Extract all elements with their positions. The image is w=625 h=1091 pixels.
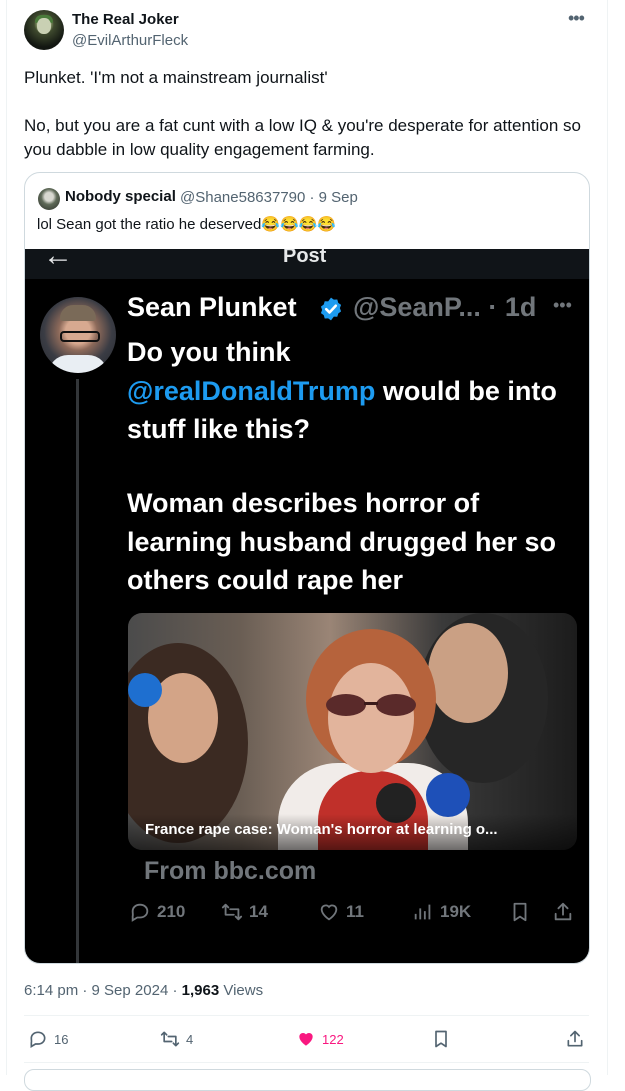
repost-button[interactable]: 4 — [160, 1029, 193, 1049]
bookmark-icon[interactable] — [431, 1029, 451, 1049]
screenshot-share — [552, 901, 574, 923]
screenshot-bookmark — [509, 901, 531, 923]
screenshot-reply-count: 210 — [157, 902, 186, 921]
screenshot-author-name: Sean Plunket — [127, 292, 297, 322]
screenshot-repost: 14 — [221, 901, 268, 923]
views-icon — [414, 904, 431, 920]
divider — [24, 1062, 589, 1063]
screenshot-text-pre: Do you think — [127, 337, 291, 367]
bookmark-icon — [513, 902, 527, 922]
screenshot-headline: Woman describes horror of learning husba… — [127, 488, 557, 595]
reply-icon — [131, 903, 149, 922]
back-arrow-icon: ← — [43, 249, 73, 272]
screenshot-header-title: Post — [283, 249, 327, 267]
screenshot-post-text: Do you think @realDonaldTrump would be i… — [127, 333, 567, 449]
thread-line — [76, 379, 79, 963]
tweet-meta: 6:14 pm · 9 Sep 2024 · 1,963 Views — [24, 982, 264, 999]
divider — [24, 1015, 589, 1016]
tweet-paragraph-2: No, but you are a fat cunt with a low IQ… — [24, 116, 581, 159]
quote-tweet-card[interactable]: Nobody special @Shane58637790 · 9 Sep lo… — [24, 172, 590, 964]
quote-author-handle: @Shane58637790 · 9 Sep — [180, 189, 358, 206]
like-button[interactable]: 122 — [296, 1029, 344, 1049]
author-avatar[interactable] — [24, 10, 64, 50]
like-icon[interactable] — [296, 1029, 316, 1049]
screenshot-action-bar: 210 14 11 19K — [25, 901, 589, 931]
screenshot-more-icon: ••• — [553, 295, 572, 315]
like-icon — [320, 904, 338, 921]
screenshot-author-handle: @SeanP... · 1d — [353, 292, 537, 322]
screenshot-repost-count: 14 — [249, 902, 268, 921]
quote-author-avatar — [38, 188, 60, 210]
share-button[interactable] — [565, 1029, 585, 1049]
tweet-text: Plunket. 'I'm not a mainstream journalis… — [24, 66, 589, 162]
reply-button[interactable]: 16 — [28, 1029, 68, 1049]
screenshot-like-count: 11 — [346, 902, 364, 921]
views-count: 1,963 — [181, 982, 220, 999]
tweet-date[interactable]: 9 Sep 2024 — [92, 982, 169, 999]
screenshot-mention: @realDonaldTrump — [127, 375, 376, 406]
quote-author-name: Nobody special — [65, 188, 176, 205]
news-source: From bbc.com — [144, 857, 317, 885]
tweet-paragraph-1: Plunket. 'I'm not a mainstream journalis… — [24, 68, 328, 87]
repost-icon — [221, 903, 243, 921]
more-icon[interactable]: ••• — [568, 8, 585, 29]
screenshot-reply: 210 — [129, 901, 185, 923]
views-label: Views — [223, 982, 264, 999]
reply-composer[interactable] — [24, 1069, 591, 1091]
reply-count: 16 — [54, 1031, 69, 1047]
screenshot-like: 11 — [318, 901, 364, 923]
share-icon — [554, 902, 572, 921]
screenshot-author-avatar — [40, 297, 116, 373]
screenshot-views-count: 19K — [440, 902, 472, 921]
like-count: 122 — [322, 1031, 344, 1047]
reply-icon[interactable] — [28, 1029, 48, 1049]
repost-icon[interactable] — [160, 1029, 180, 1049]
bookmark-button[interactable] — [431, 1029, 451, 1049]
author-name[interactable]: The Real Joker — [72, 11, 179, 28]
share-icon[interactable] — [565, 1029, 585, 1049]
repost-count: 4 — [186, 1031, 194, 1047]
quote-text: lol Sean got the ratio he deserved😂😂😂😂 — [37, 216, 337, 233]
news-card-caption: France rape case: Woman's horror at lear… — [145, 821, 498, 838]
embedded-screenshot[interactable]: ← Post Sean Plunket @SeanP... · 1d ••• D… — [25, 249, 589, 963]
verified-icon — [320, 297, 342, 321]
author-handle[interactable]: @EvilArthurFleck — [72, 32, 188, 49]
tweet-action-bar: 16 4 122 — [24, 1029, 589, 1053]
screenshot-views: 19K — [412, 901, 471, 923]
tweet-time[interactable]: 6:14 pm — [24, 982, 78, 999]
news-link-card: France rape case: Woman's horror at lear… — [128, 613, 577, 850]
